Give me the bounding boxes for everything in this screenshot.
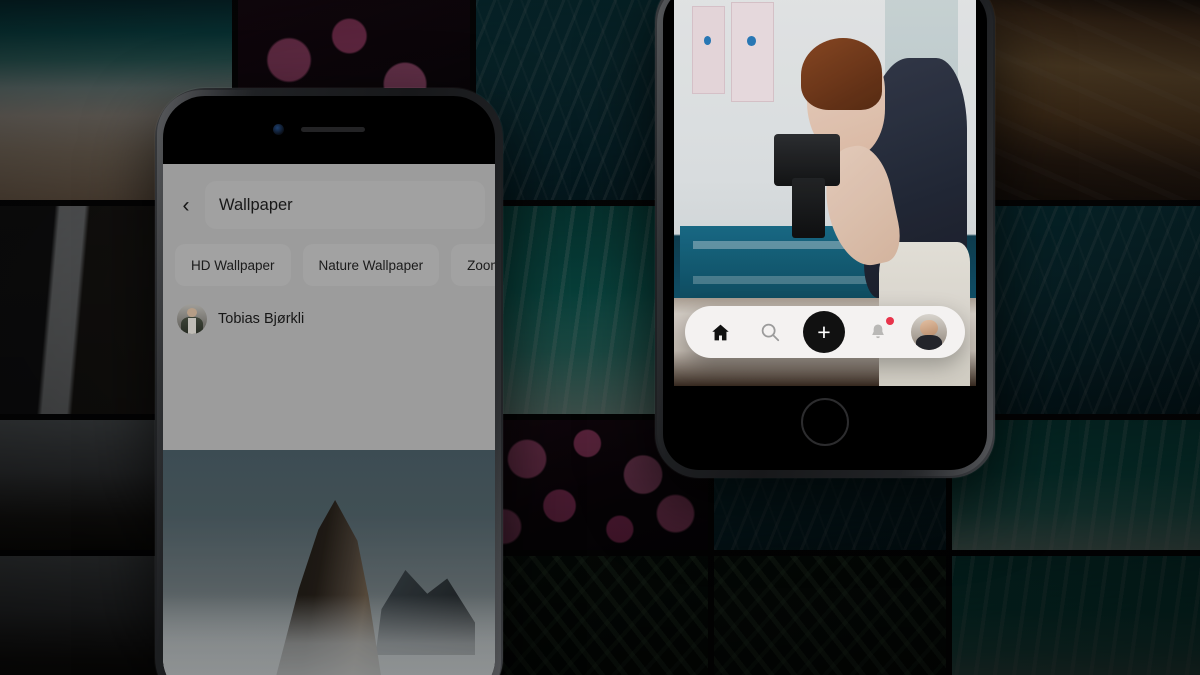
bell-icon xyxy=(872,324,884,339)
avatar-shirt xyxy=(188,317,196,334)
photo-author-row[interactable]: Tobias Bjørkli xyxy=(163,286,495,350)
wallpaper-tile[interactable] xyxy=(476,556,708,675)
avatar-head xyxy=(186,307,198,318)
right-phone-device: + xyxy=(655,0,995,478)
avatar-torso xyxy=(916,334,942,350)
back-chevron-icon[interactable]: ‹ xyxy=(173,195,199,216)
nav-search-button[interactable] xyxy=(753,315,787,349)
search-row: ‹ Wallpaper xyxy=(173,174,485,236)
search-icon xyxy=(761,323,780,342)
photo-person-hair xyxy=(800,38,883,110)
search-input[interactable]: Wallpaper xyxy=(205,181,485,229)
avatar-face xyxy=(920,319,938,337)
wallpaper-tile[interactable] xyxy=(952,556,1200,675)
wallpaper-tile[interactable] xyxy=(714,556,946,675)
bottom-navigation-bar[interactable]: + xyxy=(685,306,965,358)
chip-label: Nature Wallpaper xyxy=(318,257,424,273)
search-query-text: Wallpaper xyxy=(219,195,293,214)
chip-zoom[interactable]: Zoom xyxy=(451,244,495,286)
chip-hd-wallpaper[interactable]: HD Wallpaper xyxy=(175,244,291,286)
nav-create-button[interactable]: + xyxy=(803,311,845,353)
earpiece-speaker xyxy=(301,127,365,132)
front-camera-icon xyxy=(273,124,284,135)
chip-label: HD Wallpaper xyxy=(191,257,275,273)
screenshot-stage: + ‹ Wallpaper HD Wallpaper Nature Wallpa… xyxy=(0,0,1200,675)
app-top-bar: ‹ Wallpaper xyxy=(163,164,495,236)
home-button[interactable] xyxy=(801,398,849,446)
left-phone-body: ‹ Wallpaper HD Wallpaper Nature Wallpape… xyxy=(163,96,495,675)
right-phone-body: + xyxy=(663,0,987,470)
nav-notifications-button[interactable] xyxy=(861,315,895,349)
photo-poster-left xyxy=(692,6,726,94)
nav-profile-avatar[interactable] xyxy=(911,314,947,350)
cloud-layer xyxy=(163,595,495,675)
photo-camera-lens xyxy=(791,178,825,238)
plus-icon: + xyxy=(817,318,831,345)
filter-chip-row[interactable]: HD Wallpaper Nature Wallpaper Zoom xyxy=(163,236,495,286)
left-phone-screen: ‹ Wallpaper HD Wallpaper Nature Wallpape… xyxy=(163,164,495,675)
chip-nature-wallpaper[interactable]: Nature Wallpaper xyxy=(302,244,440,286)
left-phone-device: ‹ Wallpaper HD Wallpaper Nature Wallpape… xyxy=(155,88,503,675)
author-avatar[interactable] xyxy=(177,304,207,334)
wallpaper-preview-image[interactable] xyxy=(163,450,495,675)
chip-label: Zoom xyxy=(467,257,495,273)
nav-home-button[interactable] xyxy=(703,315,737,349)
home-icon xyxy=(711,324,729,340)
notification-badge xyxy=(886,317,894,325)
author-name: Tobias Bjørkli xyxy=(218,311,305,327)
photo-poster-right xyxy=(731,2,774,102)
